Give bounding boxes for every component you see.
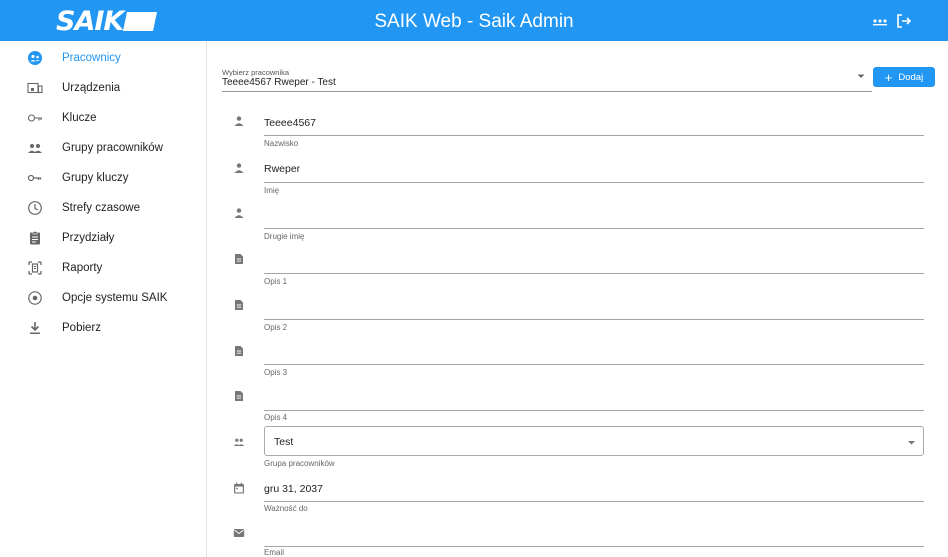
clock-icon [28,201,42,215]
description-1-field[interactable] [264,257,924,271]
document-icon [235,391,243,401]
key-icon [27,114,42,122]
dots-menu-icon[interactable] [871,12,889,30]
person-icon [234,116,244,126]
radio-settings-icon [28,291,42,305]
person-icon [234,163,244,173]
employee-selector-underline [222,91,872,92]
download-icon [30,322,40,334]
person-icon [234,208,244,218]
sidebar-item-label: Strefy czasowe [62,202,140,214]
email-icon [233,529,245,537]
caret-down-icon[interactable] [856,72,866,80]
surname-value[interactable]: Teeee4567 [264,117,316,129]
add-button-label: Dodaj [898,71,924,83]
sidebar-item-grupy-pracownikow[interactable]: Grupy pracowników [0,133,206,163]
second-name-field[interactable] [264,211,924,225]
email-underline [264,546,924,547]
sidebar-item-urzadzenia[interactable]: Urządzenia [0,73,206,103]
employee-selector-value[interactable]: Teeee4567 Rweper - Test [222,77,336,88]
sidebar-item-opcje-systemu[interactable]: Opcje systemu SAIK [0,283,206,313]
email-helper: Email [264,548,285,557]
key-group-icon [27,174,42,182]
first-name-value[interactable]: Rweper [264,163,300,175]
employee-group-helper: Grupa pracowników [264,459,335,468]
description-4-field[interactable] [264,394,924,408]
valid-until-value[interactable]: gru 31, 2037 [264,483,323,495]
sidebar-item-grupy-kluczy[interactable]: Grupy kluczy [0,163,206,193]
email-field[interactable] [264,530,924,544]
app-bar: SAIK SAIK Web - Saik Admin [0,0,948,41]
plus-icon: + [884,69,893,85]
sidebar-item-label: Grupy pracowników [62,142,163,154]
description-1-underline [264,273,924,274]
surname-helper: Nazwisko [264,139,299,148]
sidebar-item-label: Pracownicy [62,52,121,64]
sidebar-item-label: Grupy kluczy [62,172,129,184]
app-title: SAIK Web - Saik Admin [374,11,574,32]
sidebar-item-raporty[interactable]: Raporty [0,253,206,283]
surname-field[interactable] [264,116,924,130]
people-group-icon [233,438,245,446]
employee-group-select[interactable]: Test [264,426,924,456]
description-2-field[interactable] [264,303,924,317]
add-employee-button[interactable]: + Dodaj [873,67,935,87]
employee-selector-label: Wybierz pracownika [222,68,290,77]
sidebar: Pracownicy Urządzenia Klucze Grupy praco… [0,41,207,557]
first-name-field[interactable] [264,162,924,176]
device-icon [27,82,43,94]
calendar-icon [234,482,244,494]
first-name-underline [264,182,924,183]
employee-group-value: Test [274,436,294,448]
sidebar-item-label: Urządzenia [62,82,121,94]
second-name-helper: Drugie imię [264,232,305,241]
caret-down-icon [908,441,915,445]
sidebar-item-strefy-czasowe[interactable]: Strefy czasowe [0,193,206,223]
description-3-underline [264,364,924,365]
document-icon [235,254,243,264]
assignment-icon [30,231,40,245]
surname-underline [264,135,924,136]
sidebar-item-pracownicy[interactable]: Pracownicy [0,43,206,73]
sidebar-item-label: Opcje systemu SAIK [62,292,168,304]
valid-until-underline [264,501,924,502]
people-group-icon [28,144,42,153]
document-icon [235,300,243,310]
sidebar-item-label: Pobierz [62,322,101,334]
logout-icon[interactable] [895,12,913,30]
document-icon [235,346,243,356]
sidebar-item-przydzialy[interactable]: Przydziały [0,223,206,253]
employees-icon [28,51,42,65]
sidebar-item-label: Raporty [62,262,103,274]
description-2-helper: Opis 2 [264,323,288,332]
sidebar-item-label: Klucze [62,112,97,124]
sidebar-item-label: Przydziały [62,232,115,244]
sidebar-item-klucze[interactable]: Klucze [0,103,206,133]
second-name-underline [264,228,924,229]
description-3-helper: Opis 3 [264,368,288,377]
description-1-helper: Opis 1 [264,277,288,286]
description-4-underline [264,410,924,411]
report-icon [28,261,42,275]
valid-until-field[interactable] [264,482,924,496]
description-4-helper: Opis 4 [264,413,288,422]
sidebar-item-pobierz[interactable]: Pobierz [0,313,206,343]
first-name-helper: Imię [264,186,280,195]
description-3-field[interactable] [264,348,924,362]
valid-until-helper: Ważność do [264,504,308,513]
description-2-underline [264,319,924,320]
